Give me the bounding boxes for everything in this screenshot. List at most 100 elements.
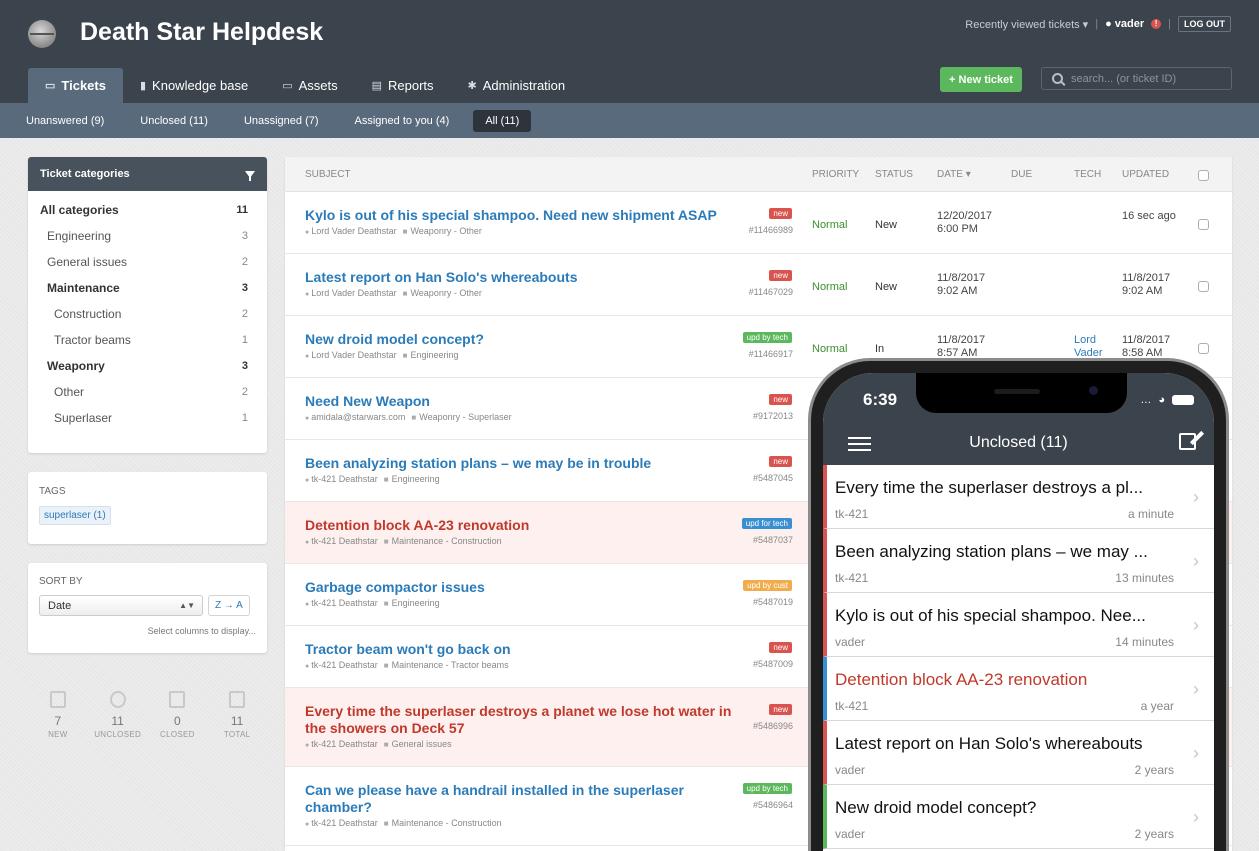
phone-item-author: tk-421 (835, 507, 869, 521)
tab-tickets[interactable]: ▭ Tickets (28, 68, 123, 103)
category-item[interactable]: Superlaser 1 (28, 405, 267, 431)
sort-order-button[interactable]: Z → A (208, 595, 250, 616)
ticket-subject[interactable]: Tractor beam won't go back on (305, 641, 750, 658)
table-row[interactable]: Latest report on Han Solo's whereabouts L… (285, 254, 1232, 316)
chevron-right-icon: › (1193, 679, 1199, 699)
stat-total[interactable]: 11 TOTAL (210, 691, 265, 739)
filter-unassigned[interactable]: Unassigned (7) (232, 110, 331, 132)
ticket-priority: Normal (812, 219, 848, 231)
ticket-subject[interactable]: Latest report on Han Solo's whereabouts (305, 269, 750, 286)
table-row[interactable]: Kylo is out of his special shampoo. Need… (285, 192, 1232, 254)
tab-knowledge-base[interactable]: ▮ Knowledge base (123, 68, 265, 103)
ticket-author[interactable]: Lord Vader Deathstar (305, 350, 396, 360)
select-arrows-icon: ▲▼ (179, 601, 195, 610)
alert-icon[interactable]: ! (1151, 19, 1162, 29)
ticket-tech[interactable]: Lord Vader (1074, 334, 1103, 360)
phone-list-item[interactable]: Detention block AA-23 renovation tk-421 a … (823, 657, 1214, 721)
stat-new[interactable]: 7 NEW (30, 691, 85, 739)
ticket-author[interactable]: Lord Vader Deathstar (305, 226, 396, 236)
filter-assigned-to-you[interactable]: Assigned to you (4) (343, 110, 462, 132)
ticket-author[interactable]: tk-421 Deathstar (305, 739, 378, 749)
ticket-subject[interactable]: Garbage compactor issues (305, 579, 750, 596)
phone-notch (916, 373, 1127, 413)
col-tech[interactable]: TECH (1074, 169, 1101, 180)
ticket-author[interactable]: tk-421 Deathstar (305, 660, 378, 670)
col-due[interactable]: DUE (1011, 169, 1032, 180)
phone-list-item[interactable]: Kylo is out of his special shampoo. Nee.… (823, 593, 1214, 657)
ticket-author[interactable]: tk-421 Deathstar (305, 818, 378, 828)
phone-list-item[interactable]: New droid model concept? vader 2 years › (823, 785, 1214, 849)
ticket-subject[interactable]: Every time the superlaser destroys a pla… (305, 703, 750, 737)
phone-list-item[interactable]: Latest report on Han Solo's whereabouts v… (823, 721, 1214, 785)
recently-viewed-dropdown[interactable]: Recently viewed tickets ▾ (965, 18, 1088, 31)
ticket-author[interactable]: tk-421 Deathstar (305, 474, 378, 484)
category-count: 3 (241, 230, 248, 242)
select-columns-link[interactable]: Select columns to display... (39, 626, 256, 636)
ticket-author[interactable]: tk-421 Deathstar (305, 536, 378, 546)
ticket-author[interactable]: tk-421 Deathstar (305, 598, 378, 608)
filter-unanswered[interactable]: Unanswered (9) (14, 110, 116, 132)
ticket-updated: 11/8/2017 9:02 AM (1122, 272, 1171, 297)
col-date[interactable]: DATE ▾ (937, 169, 971, 180)
compose-icon[interactable] (1179, 433, 1196, 450)
ticket-category: Maintenance - Tractor beams (384, 660, 509, 670)
ticket-subject[interactable]: Been analyzing station plans – we may be… (305, 455, 750, 472)
category-label: Engineering (47, 229, 112, 243)
category-item[interactable]: General issues 2 (28, 249, 267, 275)
col-status[interactable]: STATUS (875, 169, 913, 180)
death-star-logo[interactable] (28, 20, 56, 48)
ticket-subject[interactable]: Kylo is out of his special shampoo. Need… (305, 207, 750, 224)
new-ticket-button[interactable]: + New ticket (940, 67, 1022, 92)
app-title[interactable]: Death Star Helpdesk (80, 18, 323, 47)
stat-closed[interactable]: 0 CLOSED (150, 691, 205, 739)
search-input[interactable] (1071, 72, 1221, 85)
sort-panel: SORT BY Date ▲▼ Z → A Select columns to d… (28, 563, 267, 653)
category-item[interactable]: Construction 2 (28, 301, 267, 327)
ticket-subject[interactable]: Detention block AA-23 renovation (305, 517, 750, 534)
ticket-subject[interactable]: Need New Weapon (305, 393, 750, 410)
bar-chart-icon: ▤ (371, 80, 383, 92)
phone-screen: 6:39 … ◕ Unclosed (11) Every time the sup… (823, 373, 1214, 851)
stat-unclosed[interactable]: 11 UNCLOSED (90, 691, 145, 739)
phone-list-item[interactable]: Been analyzing station plans – we may ..… (823, 529, 1214, 593)
sort-select[interactable]: Date ▲▼ (39, 595, 203, 616)
search-box[interactable] (1041, 67, 1232, 90)
filter-all[interactable]: All (11) (473, 109, 532, 132)
row-checkbox[interactable] (1198, 219, 1209, 230)
phone-list-item[interactable]: Every time the superlaser destroys a pl.… (823, 465, 1214, 529)
ticket-id: #11466917 (748, 349, 793, 359)
row-checkbox[interactable] (1198, 343, 1209, 354)
tab-administration[interactable]: ✱ Administration (451, 68, 583, 103)
category-item[interactable]: Tractor beams 1 (28, 327, 267, 353)
ticket-author[interactable]: Lord Vader Deathstar (305, 288, 396, 298)
tag-superlaser[interactable]: superlaser (1) (39, 506, 111, 525)
col-updated[interactable]: UPDATED (1122, 169, 1169, 180)
col-priority[interactable]: PRIORITY (812, 169, 859, 180)
phone-item-title: Been analyzing station plans – we may ..… (835, 542, 1148, 561)
chevron-right-icon: › (1193, 743, 1199, 763)
status-badge: new (769, 394, 792, 405)
ticket-id: #11467029 (748, 287, 793, 297)
ticket-subject[interactable]: New droid model concept? (305, 331, 750, 348)
ticket-subject[interactable]: Can we please have a handrail installed … (305, 782, 750, 816)
category-item[interactable]: Weaponry 3 (28, 353, 267, 379)
filter-unclosed[interactable]: Unclosed (11) (128, 110, 220, 132)
filter-icon[interactable] (245, 170, 255, 181)
category-item[interactable]: Engineering 3 (28, 223, 267, 249)
user-menu[interactable]: ● vader (1105, 18, 1144, 30)
ticket-category: Engineering (403, 350, 458, 360)
tab-reports[interactable]: ▤ Reports (355, 68, 451, 103)
col-subject[interactable]: SUBJECT (305, 169, 351, 180)
select-all-checkbox[interactable] (1198, 170, 1209, 181)
logout-button[interactable]: LOG OUT (1178, 16, 1231, 32)
username: vader (1114, 18, 1145, 30)
category-item[interactable]: All categories 11 (28, 197, 267, 223)
ticket-author[interactable]: amidala@starwars.com (305, 412, 405, 422)
phone-item-author: vader (835, 763, 866, 777)
tab-assets[interactable]: ▭ Assets (265, 68, 354, 103)
category-item[interactable]: Other 2 (28, 379, 267, 405)
ticket-category: Maintenance - Construction (384, 818, 502, 828)
ticket-priority: Normal (812, 343, 848, 355)
category-item[interactable]: Maintenance 3 (28, 275, 267, 301)
row-checkbox[interactable] (1198, 281, 1209, 292)
